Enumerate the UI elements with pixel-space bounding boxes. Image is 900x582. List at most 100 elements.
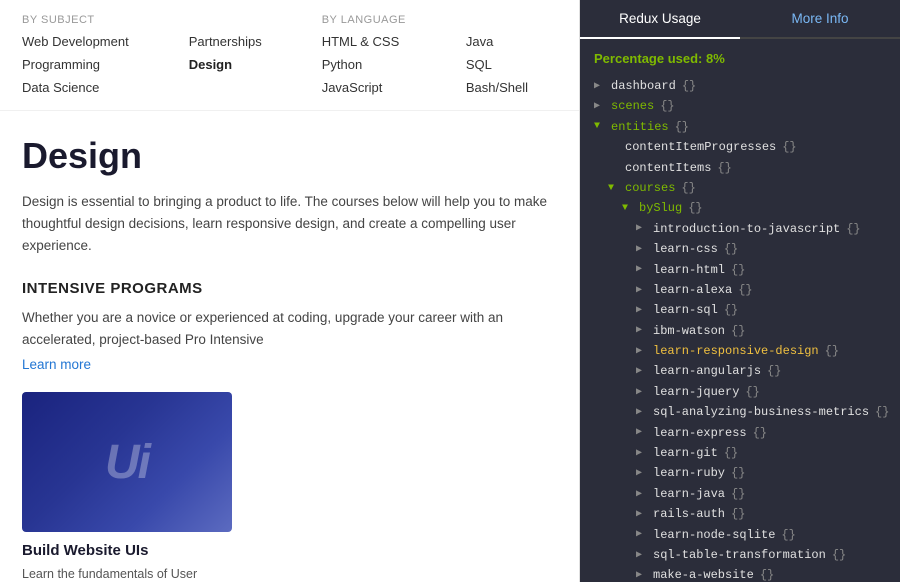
tree-node-name: ibm-watson xyxy=(653,321,725,341)
tree-item-courses[interactable]: ▼courses {} xyxy=(594,178,886,198)
tree-item-contentItems[interactable]: ▶contentItems {} xyxy=(594,158,886,178)
arrow-right-icon: ▶ xyxy=(636,486,650,503)
arrow-right-icon: ▶ xyxy=(636,322,650,339)
tree-node-name: contentItemProgresses xyxy=(625,137,776,157)
tree-node-name: learn-alexa xyxy=(653,280,732,300)
tree-node-name: learn-jquery xyxy=(653,382,739,402)
tree-node-name: learn-express xyxy=(653,423,747,443)
tree-node-name: learn-responsive-design xyxy=(653,341,819,361)
tree-item-sql-table-transformation[interactable]: ▶sql-table-transformation {} xyxy=(594,545,886,565)
tree-node-type: {} xyxy=(760,565,774,582)
tree-item-dashboard[interactable]: ▶dashboard {} xyxy=(594,76,886,96)
arrow-right-icon: ▶ xyxy=(636,506,650,523)
language-col1: BY LANGUAGE HTML & CSS Python JavaScript xyxy=(322,14,406,98)
nav-design[interactable]: Design xyxy=(189,55,262,76)
arrow-right-icon: ▶ xyxy=(636,241,650,258)
tree-node-name: entities xyxy=(611,117,669,137)
arrow-down-icon: ▼ xyxy=(622,200,636,217)
arrow-right-icon: ▶ xyxy=(636,343,650,360)
tree-node-type: {} xyxy=(717,158,731,178)
arrow-right-icon: ▶ xyxy=(636,282,650,299)
tree-node-type: {} xyxy=(660,96,674,116)
tree-item-sql-analyzing-business-metrics[interactable]: ▶sql-analyzing-business-metrics {} xyxy=(594,402,886,422)
tree-item-learn-css[interactable]: ▶learn-css {} xyxy=(594,239,886,259)
tree-item-learn-express[interactable]: ▶learn-express {} xyxy=(594,423,886,443)
tree-node-type: {} xyxy=(875,402,889,422)
card-title: Build Website UIs xyxy=(22,542,232,559)
nav-bash[interactable]: Bash/Shell xyxy=(466,78,528,99)
tree-item-bySlug[interactable]: ▼bySlug {} xyxy=(594,198,886,218)
tree-node-name: dashboard xyxy=(611,76,676,96)
percentage-line: Percentage used: 8% xyxy=(594,51,886,66)
tree-node-name: learn-sql xyxy=(653,300,718,320)
tree-item-introduction-to-javascript[interactable]: ▶introduction-to-javascript {} xyxy=(594,219,886,239)
arrow-right-icon: ▶ xyxy=(636,261,650,278)
nav-java[interactable]: Java xyxy=(466,32,528,53)
tree-item-learn-sql[interactable]: ▶learn-sql {} xyxy=(594,300,886,320)
nav-html-css[interactable]: HTML & CSS xyxy=(322,32,406,53)
intensive-desc: Whether you are a novice or experienced … xyxy=(22,307,557,350)
nav-python[interactable]: Python xyxy=(322,55,406,76)
tab-redux-usage[interactable]: Redux Usage xyxy=(580,0,740,39)
card-image-text: Ui xyxy=(105,435,149,490)
tree-node-type: {} xyxy=(682,76,696,96)
tree-item-ibm-watson[interactable]: ▶ibm-watson {} xyxy=(594,321,886,341)
tab-more-info[interactable]: More Info xyxy=(740,0,900,37)
tree-node-name: learn-css xyxy=(653,239,718,259)
by-subject-label: BY SUBJECT xyxy=(22,14,129,26)
by-language-label: BY LANGUAGE xyxy=(322,14,406,26)
tree-node-name: courses xyxy=(625,178,675,198)
tree-node-name: contentItems xyxy=(625,158,711,178)
tree-node-type: {} xyxy=(825,341,839,361)
tabs-bar: Redux Usage More Info xyxy=(580,0,900,39)
arrow-right-icon: ▶ xyxy=(636,363,650,380)
nav-programming[interactable]: Programming xyxy=(22,55,129,76)
tree-item-learn-node-sqlite[interactable]: ▶learn-node-sqlite {} xyxy=(594,525,886,545)
tree-node-type: {} xyxy=(681,178,695,198)
language-col2: . Java SQL Bash/Shell xyxy=(466,14,528,98)
card-description: Learn the fundamentals of User Interface… xyxy=(22,565,232,582)
tree-node-type: {} xyxy=(731,463,745,483)
nav-javascript[interactable]: JavaScript xyxy=(322,78,406,99)
tree-node-name: learn-ruby xyxy=(653,463,725,483)
page-title: Design xyxy=(22,135,557,177)
tree-item-learn-alexa[interactable]: ▶learn-alexa {} xyxy=(594,280,886,300)
intensive-title: INTENSIVE PROGRAMS xyxy=(22,280,557,297)
arrow-right-icon: ▶ xyxy=(636,404,650,421)
tree-item-learn-angularjs[interactable]: ▶learn-angularjs {} xyxy=(594,361,886,381)
tree-item-rails-auth[interactable]: ▶rails-auth {} xyxy=(594,504,886,524)
percentage-value: 8% xyxy=(706,51,725,66)
learn-more-link[interactable]: Learn more xyxy=(22,357,91,372)
nav-partnerships[interactable]: Partnerships xyxy=(189,32,262,53)
tree-node-type: {} xyxy=(846,219,860,239)
tree-item-scenes[interactable]: ▶scenes {} xyxy=(594,96,886,116)
tree-node-name: learn-git xyxy=(653,443,718,463)
tree-node-type: {} xyxy=(731,484,745,504)
nav-section: BY SUBJECT Web Development Programming D… xyxy=(0,0,579,111)
tree-node-name: make-a-website xyxy=(653,565,754,582)
tree-node-name: learn-angularjs xyxy=(653,361,761,381)
tree-item-learn-responsive-design[interactable]: ▶learn-responsive-design {} xyxy=(594,341,886,361)
tree-item-learn-java[interactable]: ▶learn-java {} xyxy=(594,484,886,504)
tree-item-contentItemProgresses[interactable]: ▶contentItemProgresses {} xyxy=(594,137,886,157)
tree-node-type: {} xyxy=(724,443,738,463)
tree-item-learn-git[interactable]: ▶learn-git {} xyxy=(594,443,886,463)
tree-node-type: {} xyxy=(731,321,745,341)
tree-node-name: learn-node-sqlite xyxy=(653,525,775,545)
nav-sql[interactable]: SQL xyxy=(466,55,528,76)
tree-item-learn-jquery[interactable]: ▶learn-jquery {} xyxy=(594,382,886,402)
tree-item-learn-html[interactable]: ▶learn-html {} xyxy=(594,260,886,280)
tree-node-name: bySlug xyxy=(639,198,682,218)
tree-item-learn-ruby[interactable]: ▶learn-ruby {} xyxy=(594,463,886,483)
nav-data-science[interactable]: Data Science xyxy=(22,78,129,99)
tree-node-type: {} xyxy=(731,260,745,280)
tree-node-name: sql-table-transformation xyxy=(653,545,826,565)
tree-item-make-a-website[interactable]: ▶make-a-website {} xyxy=(594,565,886,582)
card-image[interactable]: Ui xyxy=(22,392,232,532)
tree-node-type: {} xyxy=(724,300,738,320)
nav-web-dev[interactable]: Web Development xyxy=(22,32,129,53)
arrow-right-icon: ▶ xyxy=(636,220,650,237)
arrow-right-icon: ▶ xyxy=(636,465,650,482)
tree-item-entities[interactable]: ▼entities {} xyxy=(594,117,886,137)
percentage-label: Percentage used: xyxy=(594,51,702,66)
